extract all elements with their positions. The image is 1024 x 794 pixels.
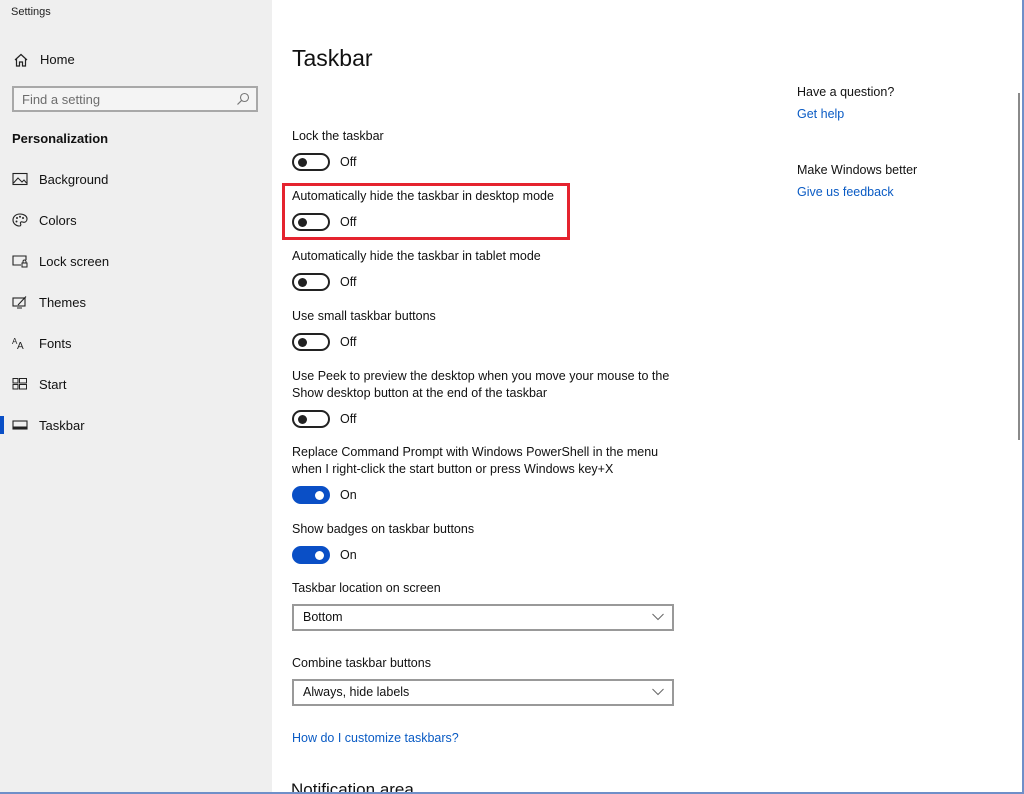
sidebar-home-label: Home (40, 52, 75, 67)
search-box[interactable] (12, 86, 258, 112)
combine-buttons-setting: Combine taskbar buttons Always, hide lab… (292, 655, 674, 706)
search-input[interactable] (22, 90, 222, 108)
settings-window: Settings Home Personalization Background (0, 0, 1024, 794)
section-title: Personalization (12, 131, 109, 146)
sidebar-item-colors[interactable]: Colors (0, 203, 272, 237)
question-title: Have a question? (797, 85, 895, 99)
sidebar-item-label: Colors (39, 213, 77, 228)
setting-peek: Use Peek to preview the desktop when you… (292, 368, 672, 429)
dropdown-label: Combine taskbar buttons (292, 656, 431, 670)
home-icon (14, 53, 28, 67)
setting-label: Lock the taskbar (292, 129, 384, 143)
taskbar-location-dropdown[interactable]: Bottom (292, 604, 674, 631)
sidebar-item-start[interactable]: Start (0, 367, 272, 401)
start-icon (12, 378, 27, 390)
sidebar-home[interactable]: Home (0, 44, 272, 74)
taskbar-location-setting: Taskbar location on screen Bottom (292, 580, 674, 631)
sidebar-item-label: Lock screen (39, 254, 110, 269)
search-icon[interactable] (236, 92, 250, 106)
combine-buttons-dropdown[interactable]: Always, hide labels (292, 679, 674, 706)
get-help-link[interactable]: Get help (797, 107, 997, 121)
toggle-switch[interactable] (292, 333, 330, 351)
toggle-switch[interactable] (292, 486, 330, 504)
sidebar-item-label: Background (39, 172, 109, 187)
lock-screen-icon (12, 255, 28, 268)
sidebar-item-lock-screen[interactable]: Lock screen (0, 244, 272, 278)
chevron-down-icon (652, 613, 664, 621)
peek-toggle[interactable]: Off (292, 409, 672, 429)
setting-small-buttons: Use small taskbar buttons Off (292, 308, 672, 352)
toggle-state: Off (340, 412, 357, 426)
setting-lock-taskbar: Lock the taskbar Off (292, 128, 672, 172)
toggle-state: Off (340, 275, 357, 289)
selected-indicator (0, 416, 4, 434)
sidebar-item-background[interactable]: Background (0, 162, 272, 196)
toggle-switch[interactable] (292, 273, 330, 291)
sidebar: Settings Home Personalization Background (0, 0, 272, 794)
picture-icon (12, 172, 28, 186)
setting-label: Replace Command Prompt with Windows Powe… (292, 445, 659, 476)
page-title: Taskbar (292, 45, 373, 71)
main-content: Taskbar Lock the taskbar Off Automatical… (272, 0, 1022, 792)
setting-label: Automatically hide the taskbar in tablet… (292, 249, 541, 263)
scrollbar[interactable] (1018, 93, 1020, 440)
setting-powershell: Replace Command Prompt with Windows Powe… (292, 444, 672, 505)
help-panel: Have a question? Get help Make Windows b… (797, 85, 997, 199)
toggle-state: Off (340, 155, 357, 169)
setting-autohide-desktop: Automatically hide the taskbar in deskto… (292, 188, 672, 232)
customize-taskbars-link[interactable]: How do I customize taskbars? (292, 731, 459, 745)
sidebar-item-themes[interactable]: Themes (0, 285, 272, 319)
toggle-switch[interactable] (292, 546, 330, 564)
app-title: Settings (11, 6, 51, 18)
small-buttons-toggle[interactable]: Off (292, 332, 672, 352)
setting-label: Show badges on taskbar buttons (292, 522, 475, 536)
palette-icon (12, 213, 28, 227)
toggle-switch[interactable] (292, 410, 330, 428)
notification-area-heading: Notification area (291, 780, 414, 792)
taskbar-icon (12, 420, 28, 430)
toggle-state: On (340, 488, 357, 502)
dropdown-value: Always, hide labels (303, 685, 410, 699)
toggle-state: Off (340, 215, 357, 229)
toggle-switch[interactable] (292, 213, 330, 231)
chevron-down-icon (652, 688, 664, 696)
give-feedback-link[interactable]: Give us feedback (797, 185, 997, 199)
setting-label: Use small taskbar buttons (292, 309, 436, 323)
toggle-state: Off (340, 335, 357, 349)
powershell-toggle[interactable]: On (292, 485, 672, 505)
fonts-icon: A A (12, 337, 24, 350)
themes-icon (12, 296, 27, 309)
sidebar-item-fonts[interactable]: A A Fonts (0, 326, 272, 360)
toggle-switch[interactable] (292, 153, 330, 171)
sidebar-item-label: Fonts (39, 336, 72, 351)
setting-autohide-tablet: Automatically hide the taskbar in tablet… (292, 248, 672, 292)
badges-toggle[interactable]: On (292, 545, 672, 565)
setting-badges: Show badges on taskbar buttons On (292, 521, 672, 565)
svg-text:A: A (17, 341, 24, 350)
setting-label: Use Peek to preview the desktop when you… (292, 369, 670, 400)
sidebar-item-label: Taskbar (39, 418, 85, 433)
sidebar-item-label: Themes (39, 295, 86, 310)
lock-taskbar-toggle[interactable]: Off (292, 152, 672, 172)
sidebar-item-label: Start (39, 377, 67, 392)
dropdown-value: Bottom (303, 610, 343, 624)
autohide-tablet-toggle[interactable]: Off (292, 272, 672, 292)
setting-label: Automatically hide the taskbar in deskto… (292, 189, 554, 203)
autohide-desktop-toggle[interactable]: Off (292, 212, 672, 232)
feedback-title: Make Windows better (797, 163, 918, 177)
toggle-state: On (340, 548, 357, 562)
sidebar-item-taskbar[interactable]: Taskbar (0, 408, 272, 442)
dropdown-label: Taskbar location on screen (292, 581, 441, 595)
